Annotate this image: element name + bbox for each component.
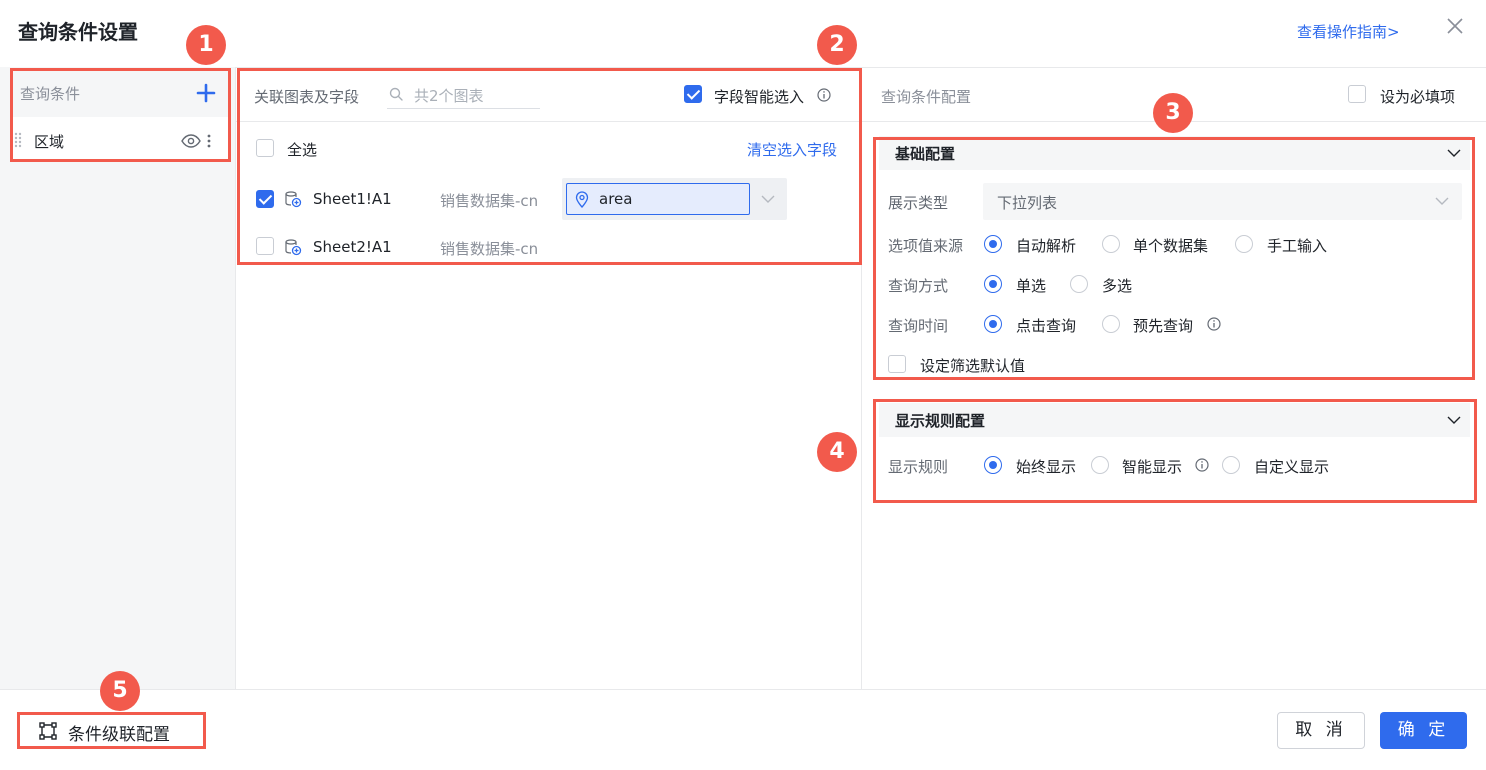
annotation-badge-2: 2: [817, 25, 857, 65]
required-checkbox[interactable]: [1348, 85, 1366, 103]
close-icon[interactable]: [1444, 15, 1466, 37]
annotation-badge-5: 5: [100, 671, 140, 711]
annotation-frame-3: [873, 137, 1475, 380]
annotation-frame-4: [873, 399, 1477, 503]
cancel-button[interactable]: 取 消: [1277, 712, 1365, 749]
annotation-frame-1: [10, 68, 231, 162]
guide-link[interactable]: 查看操作指南>: [1297, 21, 1400, 42]
annotation-frame-2: [237, 68, 862, 265]
annotation-badge-1: 1: [186, 25, 226, 65]
annotation-badge-3: 3: [1153, 93, 1193, 133]
footer-divider: [0, 689, 1486, 690]
confirm-button[interactable]: 确 定: [1380, 712, 1467, 749]
dialog-title: 查询条件设置: [18, 20, 138, 44]
required-label: 设为必填项: [1380, 88, 1456, 106]
condition-config-title: 查询条件配置: [881, 88, 972, 106]
left-divider: [235, 67, 236, 689]
annotation-badge-4: 4: [817, 432, 857, 472]
annotation-frame-5: [17, 712, 206, 749]
